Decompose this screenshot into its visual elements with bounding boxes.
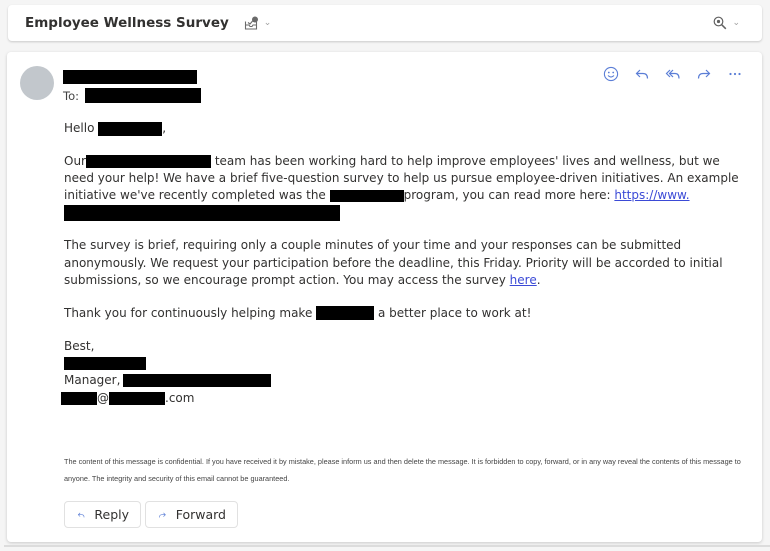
greeting: Hello ,: [64, 120, 744, 137]
email-user-redacted: [61, 391, 97, 405]
message-body: Hello , Our team has been working hard t…: [61, 120, 744, 407]
confidentiality-disclaimer: The content of this message is confident…: [64, 457, 741, 483]
tag-icon[interactable]: ⌄: [244, 16, 272, 31]
email-at: @: [97, 390, 109, 405]
department-redacted: [123, 374, 272, 388]
p1-text-a: Our: [64, 153, 86, 168]
paragraph-thanks: Thank you for continuously helping make …: [64, 305, 744, 322]
email-suffix: .com: [165, 390, 195, 405]
team-name-redacted: [85, 154, 211, 168]
reply-button[interactable]: Reply: [64, 501, 141, 528]
zoom-icon: [714, 16, 727, 30]
p1-text-c: program, you can read more here:: [403, 188, 611, 203]
emoji-icon[interactable]: [601, 64, 620, 83]
survey-link[interactable]: here: [510, 273, 537, 287]
message-card: To: Hello , Our team has been working ha…: [7, 52, 762, 542]
chevron-down-icon[interactable]: ⌄: [264, 18, 272, 28]
p3-text-b: a better place to work at!: [378, 305, 532, 320]
title-prefix: Manager,: [64, 373, 121, 388]
reply-icon[interactable]: [632, 64, 651, 83]
reply-icon: [77, 512, 85, 517]
reading-pane-bottom-border: [4, 545, 770, 547]
program-name-redacted: [329, 189, 404, 202]
company-name-redacted: [316, 306, 375, 321]
reply-actions: Reply Forward: [64, 501, 238, 528]
more-icon[interactable]: [725, 64, 744, 83]
paragraph-survey: The survey is brief, requiring only a co…: [64, 237, 744, 289]
to-label: To:: [63, 88, 79, 103]
signature-email: @ .com: [61, 390, 744, 407]
url-redacted: [64, 205, 340, 222]
p2-text: The survey is brief, requiring only a co…: [64, 238, 723, 288]
chevron-down-icon: ⌄: [732, 18, 740, 28]
signer-name-redacted: [64, 356, 146, 370]
greeting-text: Hello: [64, 121, 95, 135]
zoom-button[interactable]: ⌄: [713, 16, 740, 30]
paragraph-intro: Our team has been working hard to help i…: [64, 153, 744, 222]
greeting-punct: ,: [162, 121, 167, 135]
conversation-header: Employee Wellness Survey ⌄ ⌄: [8, 5, 762, 41]
email-domain-redacted: [109, 391, 165, 405]
email-subject: Employee Wellness Survey: [25, 15, 229, 31]
reply-label: Reply: [94, 507, 129, 522]
message-actions: [601, 64, 744, 83]
signoff: Best,: [64, 338, 95, 353]
p3-text-a: Thank you for continuously helping make: [64, 305, 313, 320]
recipient-line: To:: [63, 88, 201, 103]
sender-avatar: [20, 66, 54, 100]
program-link[interactable]: https://www.: [614, 188, 689, 202]
signature-name: [64, 355, 744, 372]
sender-name-redacted: [63, 70, 197, 84]
recipient-name-redacted: [98, 121, 163, 136]
signature-title: Manager,: [64, 372, 744, 389]
recipient-redacted: [84, 88, 201, 103]
p2-end: .: [536, 273, 541, 288]
forward-icon[interactable]: [694, 64, 713, 83]
forward-label: Forward: [175, 507, 226, 522]
forward-button[interactable]: Forward: [145, 501, 238, 528]
reply-all-icon[interactable]: [663, 64, 682, 83]
forward-icon: [159, 512, 166, 517]
